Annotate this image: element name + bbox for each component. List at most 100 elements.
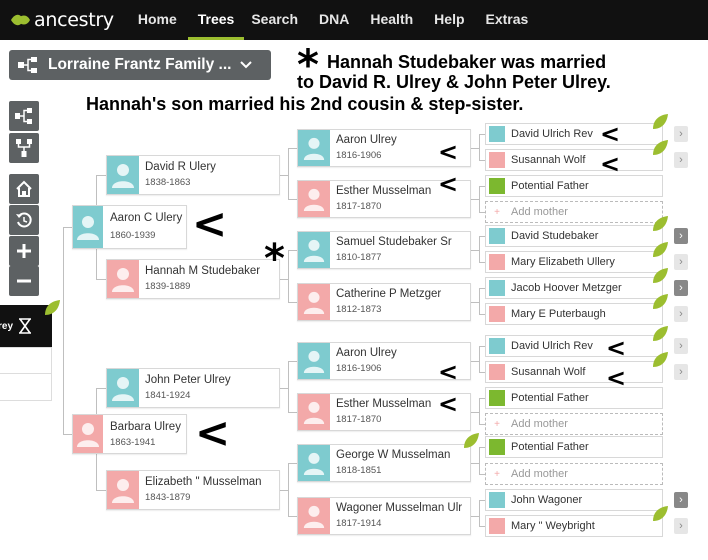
annotation-marker: * (264, 236, 285, 282)
person-dates: 1839-1889 (145, 281, 191, 292)
person-card-barbara-ulrey[interactable]: Barbara Ulrey 1863-1941 (72, 414, 187, 454)
person-name: David Studebaker (511, 230, 599, 242)
person-name: David Ulrich Rev (511, 340, 593, 352)
expand-arrow-button[interactable]: › (674, 306, 688, 322)
person-card-catherine-p-metzger[interactable]: Catherine P Metzger 1812-1873 (297, 283, 471, 321)
tree-name: Lorraine Frantz Family ... (48, 56, 232, 73)
person-name: Susannah Wolf (511, 154, 586, 166)
person-dates: 1863-1941 (110, 437, 156, 448)
pedigree-view-icon (15, 108, 32, 124)
female-silhouette-icon (303, 291, 325, 314)
zoom-in-button[interactable] (9, 236, 39, 266)
female-silhouette-icon (77, 423, 99, 447)
person-name: John Peter Ulrey (145, 374, 231, 386)
hint-leaf-icon[interactable] (651, 113, 669, 131)
small-card-susannah-wolf-1[interactable]: Susannah Wolf (485, 149, 663, 171)
expand-arrow-button[interactable]: › (674, 280, 688, 296)
expand-arrow-button[interactable]: › (674, 126, 688, 142)
expand-arrow-button[interactable]: › (674, 228, 688, 244)
tree-selector-dropdown[interactable]: Lorraine Frantz Family ... (9, 50, 271, 80)
small-card-jacob-hoover-metzger[interactable]: Jacob Hoover Metzger (485, 277, 663, 299)
hint-leaf-icon[interactable] (651, 241, 669, 259)
female-avatar (107, 471, 139, 509)
hint-leaf-icon[interactable] (651, 139, 669, 157)
annotation-marker: < (600, 150, 621, 178)
person-card-aaron-c-ulery[interactable]: Aaron C Ulery 1860-1939 (72, 205, 187, 249)
family-view-button[interactable] (9, 133, 39, 163)
male-avatar (489, 492, 505, 508)
person-name: Wagoner Musselman Ulr (336, 502, 463, 514)
male-avatar (73, 206, 103, 248)
person-card-david-r-ulery[interactable]: David R Ulery 1838-1863 (106, 155, 280, 195)
small-card-susannah-wolf-2[interactable]: Susannah Wolf (485, 361, 663, 383)
nav-extras[interactable]: Extras (486, 0, 529, 40)
pedigree-view-button[interactable] (9, 101, 39, 131)
person-card-elizabeth-musselman[interactable]: Elizabeth " Musselman 1843-1879 (106, 470, 280, 510)
small-card-potential-father-2[interactable]: Potential Father (485, 387, 663, 409)
expand-arrow-button[interactable]: › (674, 492, 688, 508)
person-name: Esther Musselman (336, 185, 432, 197)
zoom-out-button[interactable] (9, 266, 39, 296)
male-silhouette-icon (77, 216, 99, 240)
hint-leaf-icon[interactable] (651, 267, 669, 285)
hint-leaf-icon[interactable] (462, 432, 480, 450)
nav-home[interactable]: Home (138, 0, 177, 40)
top-nav-bar: ancestry Home Trees Search DNA Health He… (0, 0, 708, 40)
nav-search[interactable]: Search (251, 0, 298, 40)
female-silhouette-icon (303, 505, 325, 528)
add-person-icon: + (494, 468, 500, 480)
add-mother-button-3[interactable]: + Add mother (485, 463, 663, 485)
dna-icon (19, 318, 32, 334)
small-card-david-ulrich-rev-2[interactable]: David Ulrich Rev (485, 335, 663, 357)
female-avatar (298, 181, 330, 217)
person-dates: 1817-1914 (336, 518, 382, 529)
hint-leaf-icon[interactable] (651, 293, 669, 311)
add-mother-button-1[interactable]: + Add mother (485, 201, 663, 223)
small-card-mary-weybright[interactable]: Mary " Weybright (485, 515, 663, 537)
hint-leaf-icon[interactable] (43, 299, 61, 317)
person-card-wagoner-musselman-ulrey[interactable]: Wagoner Musselman Ulr 1817-1914 (297, 497, 471, 535)
expand-arrow-button[interactable]: › (674, 518, 688, 534)
small-card-mary-elizabeth-ullery[interactable]: Mary Elizabeth Ullery (485, 251, 663, 273)
annotation-marker: < (195, 408, 231, 457)
add-mother-button-2[interactable]: + Add mother (485, 413, 663, 435)
chevron-down-icon (240, 61, 253, 69)
person-card-john-peter-ulrey[interactable]: John Peter Ulrey 1841-1924 (106, 368, 280, 408)
person-dates: 1860-1939 (110, 230, 156, 241)
expand-arrow-button[interactable]: › (674, 254, 688, 270)
small-card-potential-father-1[interactable]: Potential Father (485, 175, 663, 197)
nav-dna[interactable]: DNA (319, 0, 349, 40)
small-card-david-ulrich-rev-1[interactable]: David Ulrich Rev (485, 123, 663, 145)
small-card-potential-father-3[interactable]: Potential Father (485, 436, 663, 458)
side-panel-body (0, 347, 52, 401)
ancestry-logo[interactable]: ancestry (9, 0, 114, 40)
male-avatar (107, 369, 139, 407)
person-name: Catherine P Metzger (336, 288, 442, 300)
plus-icon (17, 244, 31, 258)
hint-leaf-icon[interactable] (651, 351, 669, 369)
male-silhouette-icon (303, 239, 325, 262)
nav-health[interactable]: Health (370, 0, 413, 40)
hint-leaf-icon[interactable] (651, 215, 669, 233)
hint-leaf-icon[interactable] (651, 325, 669, 343)
male-silhouette-icon (112, 377, 134, 401)
person-name: John Wagoner (511, 494, 583, 506)
expand-arrow-button[interactable]: › (674, 152, 688, 168)
expand-arrow-button[interactable]: › (674, 364, 688, 380)
expand-arrow-button[interactable]: › (674, 338, 688, 354)
person-card-hannah-m-studebaker[interactable]: Hannah M Studebaker 1839-1889 (106, 259, 280, 299)
person-name: Mary E Puterbaugh (511, 308, 606, 320)
nav-trees[interactable]: Trees (187, 0, 245, 40)
small-card-david-studebaker[interactable]: David Studebaker (485, 225, 663, 247)
small-card-mary-e-puterbaugh[interactable]: Mary E Puterbaugh (485, 303, 663, 325)
small-card-john-wagoner[interactable]: John Wagoner (485, 489, 663, 511)
male-silhouette-icon (303, 350, 325, 373)
hint-leaf-icon[interactable] (651, 505, 669, 523)
person-dates: 1812-1873 (336, 304, 382, 315)
female-avatar (73, 415, 103, 453)
home-person-button[interactable] (9, 174, 39, 204)
person-card-george-w-musselman[interactable]: George W Musselman 1818-1851 (297, 444, 471, 482)
person-card-samuel-studebaker-sr[interactable]: Samuel Studebaker Sr 1810-1877 (297, 231, 471, 269)
nav-help[interactable]: Help (434, 0, 464, 40)
history-button[interactable] (9, 205, 39, 235)
